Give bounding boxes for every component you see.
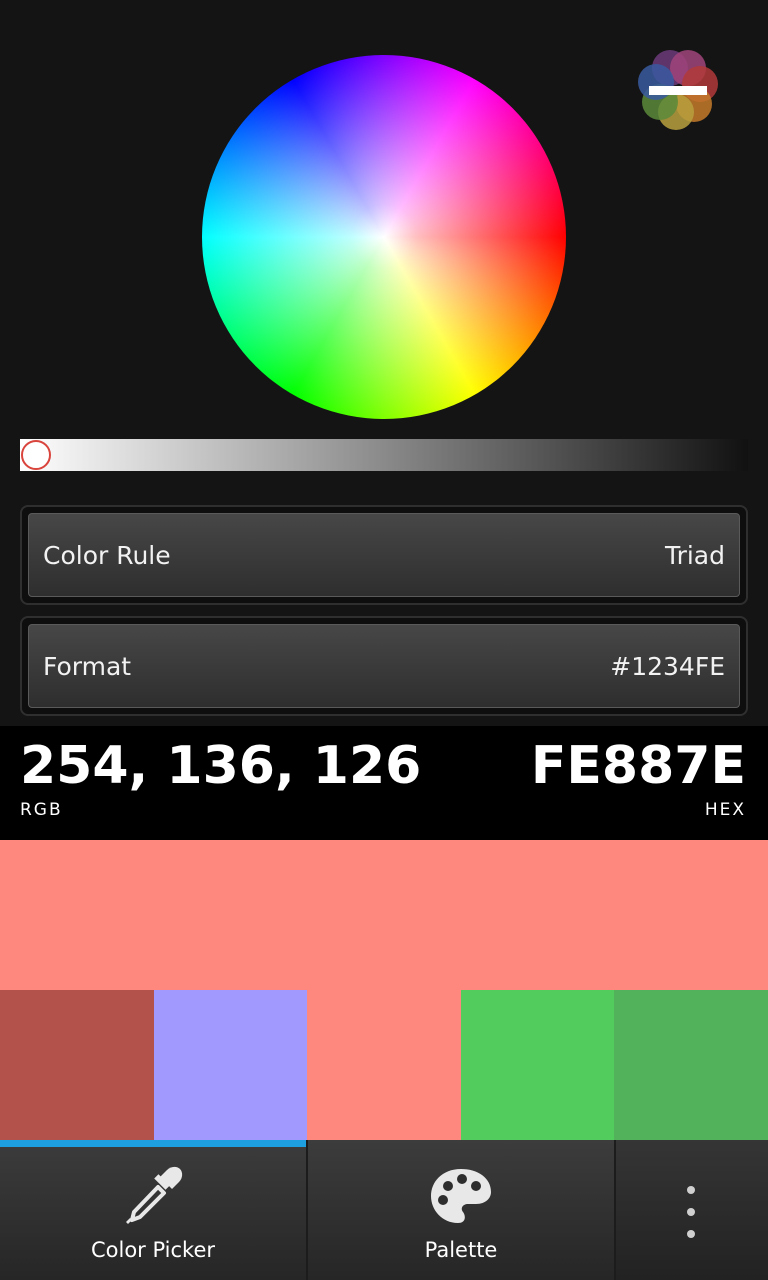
scheme-swatch[interactable]	[614, 990, 768, 1140]
scheme-swatch[interactable]	[0, 990, 154, 1140]
scheme-swatch[interactable]	[307, 990, 461, 1140]
palette-icon	[431, 1169, 491, 1223]
logo-bar	[649, 86, 707, 95]
color-rule-row[interactable]: Color Rule Triad	[20, 505, 748, 605]
tab-color-picker[interactable]: Color Picker	[0, 1140, 306, 1280]
hex-value: FE887E	[530, 736, 746, 796]
rgb-value: 254, 136, 126	[20, 736, 422, 796]
color-picker-area: Color Rule Triad Format #1234FE	[0, 0, 768, 726]
overflow-menu-icon	[684, 1184, 698, 1240]
tab-palette[interactable]: Palette	[308, 1140, 614, 1280]
format-row[interactable]: Format #1234FE	[20, 616, 748, 716]
hex-caption: HEX	[704, 800, 746, 820]
color-scheme-swatches	[0, 990, 768, 1140]
selected-tab-indicator	[0, 1140, 306, 1147]
format-button[interactable]: Format #1234FE	[28, 624, 740, 708]
format-label: Format	[43, 651, 132, 681]
color-rule-value: Triad	[664, 540, 725, 570]
color-rule-label: Color Rule	[43, 540, 171, 570]
palette-logo-icon[interactable]	[636, 48, 720, 132]
color-rule-button[interactable]: Color Rule Triad	[28, 513, 740, 597]
tab-palette-label: Palette	[424, 1238, 498, 1262]
format-value: #1234FE	[610, 651, 725, 681]
overflow-menu-button[interactable]	[616, 1140, 768, 1280]
rgb-caption: RGB	[20, 800, 63, 820]
bottom-action-bar: Color Picker Palette	[0, 1140, 768, 1280]
brightness-slider-handle[interactable]	[21, 440, 51, 470]
tab-color-picker-label: Color Picker	[90, 1238, 216, 1262]
eyedropper-icon	[126, 1166, 183, 1224]
brightness-slider[interactable]	[20, 439, 748, 471]
main-color-swatch	[0, 840, 768, 990]
color-readout: 254, 136, 126 RGB FE887E HEX	[0, 726, 768, 840]
scheme-swatch[interactable]	[460, 990, 615, 1140]
scheme-swatch[interactable]	[153, 990, 308, 1140]
color-wheel[interactable]	[202, 55, 566, 419]
